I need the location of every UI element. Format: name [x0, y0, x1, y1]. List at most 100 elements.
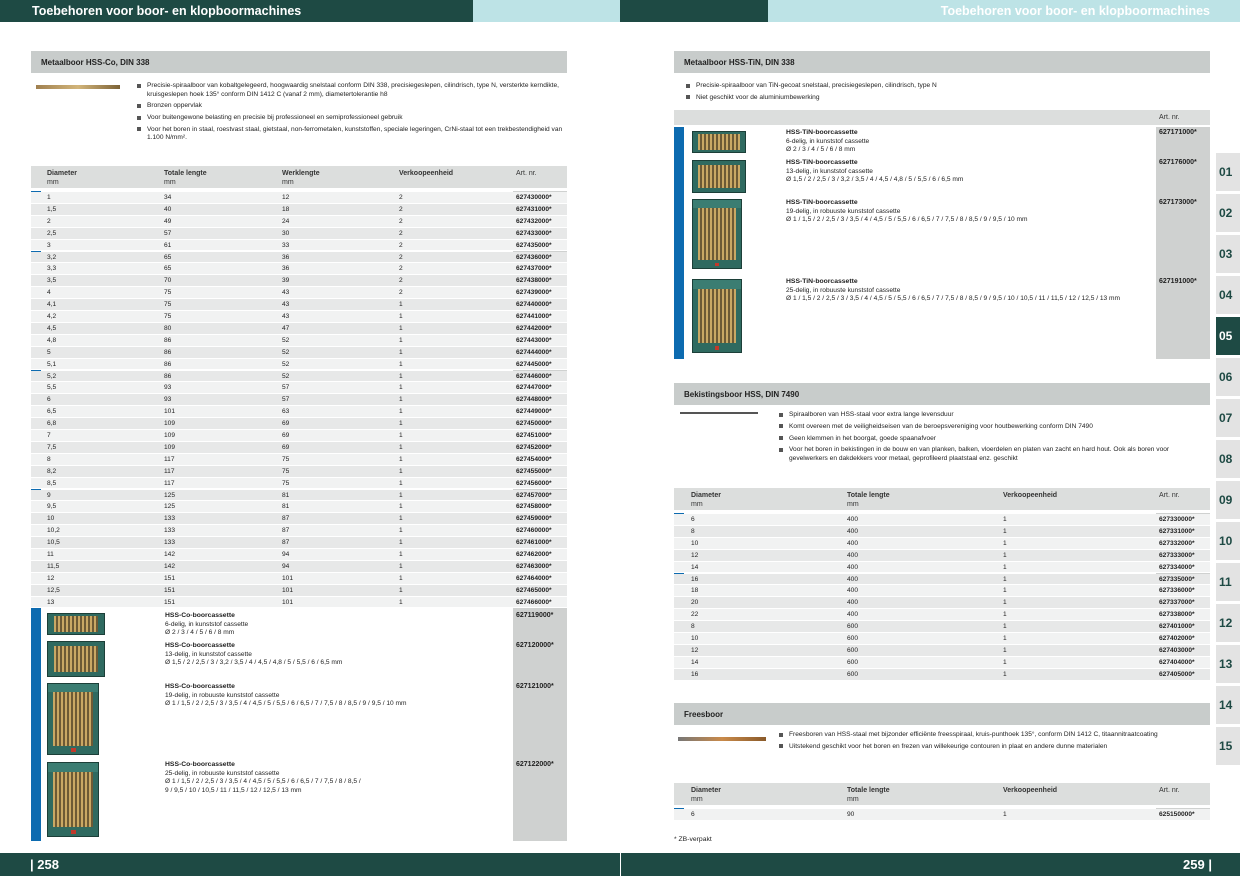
table-cell: 75 — [164, 313, 172, 320]
table-cell: 1 — [1003, 563, 1007, 571]
chapter-tab-07[interactable]: 07 — [1216, 399, 1240, 437]
art-nr-cell: 627457000* — [516, 491, 552, 499]
cassette-item: HSS-TiN-boorcassette 25-delig, in robuust… — [786, 278, 1121, 303]
col-header: Verkoopeenheid — [1003, 492, 1058, 499]
table-row: 5,5 93 57 1 627447000* — [31, 382, 567, 395]
table-cell: 87 — [282, 527, 290, 535]
chapter-tab-10[interactable]: 10 — [1216, 522, 1240, 560]
table-cell: 4,2 — [47, 313, 57, 320]
table-cell: 43 — [282, 289, 290, 297]
table-cell: 101 — [282, 598, 294, 606]
section-title-bekisting: Bekistingsboor HSS, DIN 7490 — [674, 383, 1210, 405]
table-cell: 600 — [847, 646, 859, 654]
table-cell: 43 — [282, 313, 290, 320]
table-cell: 1 — [399, 396, 403, 404]
art-nr-cell: 625150000* — [1159, 811, 1195, 818]
chapter-tab-01[interactable]: 01 — [1216, 153, 1240, 191]
art-nr-cell: 627438000* — [516, 277, 552, 285]
table-cell: 101 — [282, 574, 294, 582]
table-cell: 600 — [847, 623, 859, 631]
art-nr-cell: 627464000* — [516, 574, 552, 582]
art-nr-cell: 627452000* — [516, 443, 552, 451]
col-header: Verkoopeenheid — [399, 170, 454, 177]
table-cell: 1 — [1003, 635, 1007, 642]
table-cell: 4,1 — [47, 301, 57, 309]
table-cell: 10 — [691, 539, 699, 547]
table-row: 2,5 57 30 2 627433000* — [31, 227, 567, 240]
table-cell: 6,5 — [47, 408, 57, 416]
chapter-tab-13[interactable]: 13 — [1216, 645, 1240, 683]
art-nr-cell: 627433000* — [516, 229, 552, 237]
table-cell: 125 — [164, 491, 176, 499]
section-title-hss-co: Metaalboor HSS-Co, DIN 338 — [31, 51, 567, 73]
table-cell: 75 — [164, 289, 172, 297]
table-cell: 52 — [282, 360, 290, 368]
table-cell: 65 — [164, 253, 172, 261]
art-nr-cell: 627451000* — [516, 432, 552, 439]
table-cell: 1 — [399, 586, 403, 594]
chapter-tab-06[interactable]: 06 — [1216, 358, 1240, 396]
table-cell: 6,8 — [47, 420, 57, 428]
table-cell: 5,5 — [47, 384, 57, 392]
page-number-right: 259 | — [1183, 857, 1212, 872]
chapter-tab-11[interactable]: 11 — [1216, 563, 1240, 601]
table-cell: 400 — [847, 599, 859, 607]
art-nr-cell: 627404000* — [1159, 658, 1195, 666]
chapter-tab-12[interactable]: 12 — [1216, 604, 1240, 642]
table-row: 6 90 1 625150000* — [674, 809, 1210, 821]
chapter-tab-15[interactable]: 15 — [1216, 727, 1240, 765]
table-cell: 61 — [164, 241, 172, 249]
art-nr-cell: 627337000* — [1159, 599, 1195, 607]
table-cell: 16 — [691, 670, 699, 678]
table-row: 9,5 125 81 1 627458000* — [31, 501, 567, 514]
table-row: 6,8 109 69 1 627450000* — [31, 418, 567, 430]
table-cell: 10,5 — [47, 539, 60, 547]
chapter-tab-09[interactable]: 09 — [1216, 481, 1240, 519]
table-cell: 1 — [399, 408, 403, 416]
table-cell: 10,2 — [47, 527, 60, 535]
chapter-tab-14[interactable]: 14 — [1216, 686, 1240, 724]
art-nr-cell: 627401000* — [1159, 623, 1195, 631]
table-row: 5 86 52 1 627444000* — [31, 346, 567, 359]
table-cell: 93 — [164, 396, 172, 404]
table-cell: 101 — [164, 408, 176, 416]
table-cell: 1 — [399, 562, 403, 570]
chapter-tab-08[interactable]: 08 — [1216, 440, 1240, 478]
art-nr-cell: 627333000* — [1159, 551, 1195, 559]
table-cell: 8 — [691, 623, 695, 631]
table-row: 3,5 70 39 2 627438000* — [31, 275, 567, 288]
art-nr-cell: 627450000* — [516, 420, 552, 428]
table-cell: 1 — [399, 384, 403, 392]
chapter-tab-04[interactable]: 04 — [1216, 276, 1240, 314]
chapter-tab-03[interactable]: 03 — [1216, 235, 1240, 273]
art-nr-cell: 627446000* — [516, 372, 552, 380]
hss-tin-bullets: Precisie-spiraalboor van TiN-gecoat snel… — [686, 82, 1206, 106]
table-cell: 94 — [282, 551, 290, 558]
art-nr-cell: 627448000* — [516, 396, 552, 404]
table-row: 3,3 65 36 2 627437000* — [31, 263, 567, 276]
art-nr: 627121000* — [516, 683, 554, 690]
art-nr-cell: 627463000* — [516, 562, 552, 570]
table-row: 11 142 94 1 627462000* — [31, 549, 567, 561]
table-cell: 117 — [164, 467, 175, 475]
table-row: 8 600 1 627401000* — [674, 621, 1210, 633]
table-cell: 1 — [1003, 670, 1007, 678]
cassette-image — [692, 131, 746, 153]
art-nr-cell: 627442000* — [516, 324, 552, 332]
bullet: Voor het boren in bekistingen in de bouw… — [779, 446, 1199, 463]
art-nr-cell: 627465000* — [516, 586, 552, 594]
table-cell: 22 — [691, 611, 699, 619]
art-nr-cell: 627402000* — [1159, 635, 1195, 642]
table-row: 8,2 117 75 1 627455000* — [31, 465, 567, 478]
table-cell: 86 — [164, 336, 172, 344]
table-cell: 3,3 — [47, 265, 57, 273]
section-title-freesboor: Freesboor — [674, 703, 1210, 725]
cassette-image — [47, 641, 105, 677]
table-cell: 1 — [399, 598, 403, 606]
chapter-tab-02[interactable]: 02 — [1216, 194, 1240, 232]
art-nr: 627120000* — [516, 642, 554, 649]
table-cell: 151 — [164, 598, 176, 606]
chapter-tab-05[interactable]: 05 — [1216, 317, 1240, 355]
table-cell: 1 — [1003, 551, 1007, 559]
table-cell: 151 — [164, 586, 176, 594]
